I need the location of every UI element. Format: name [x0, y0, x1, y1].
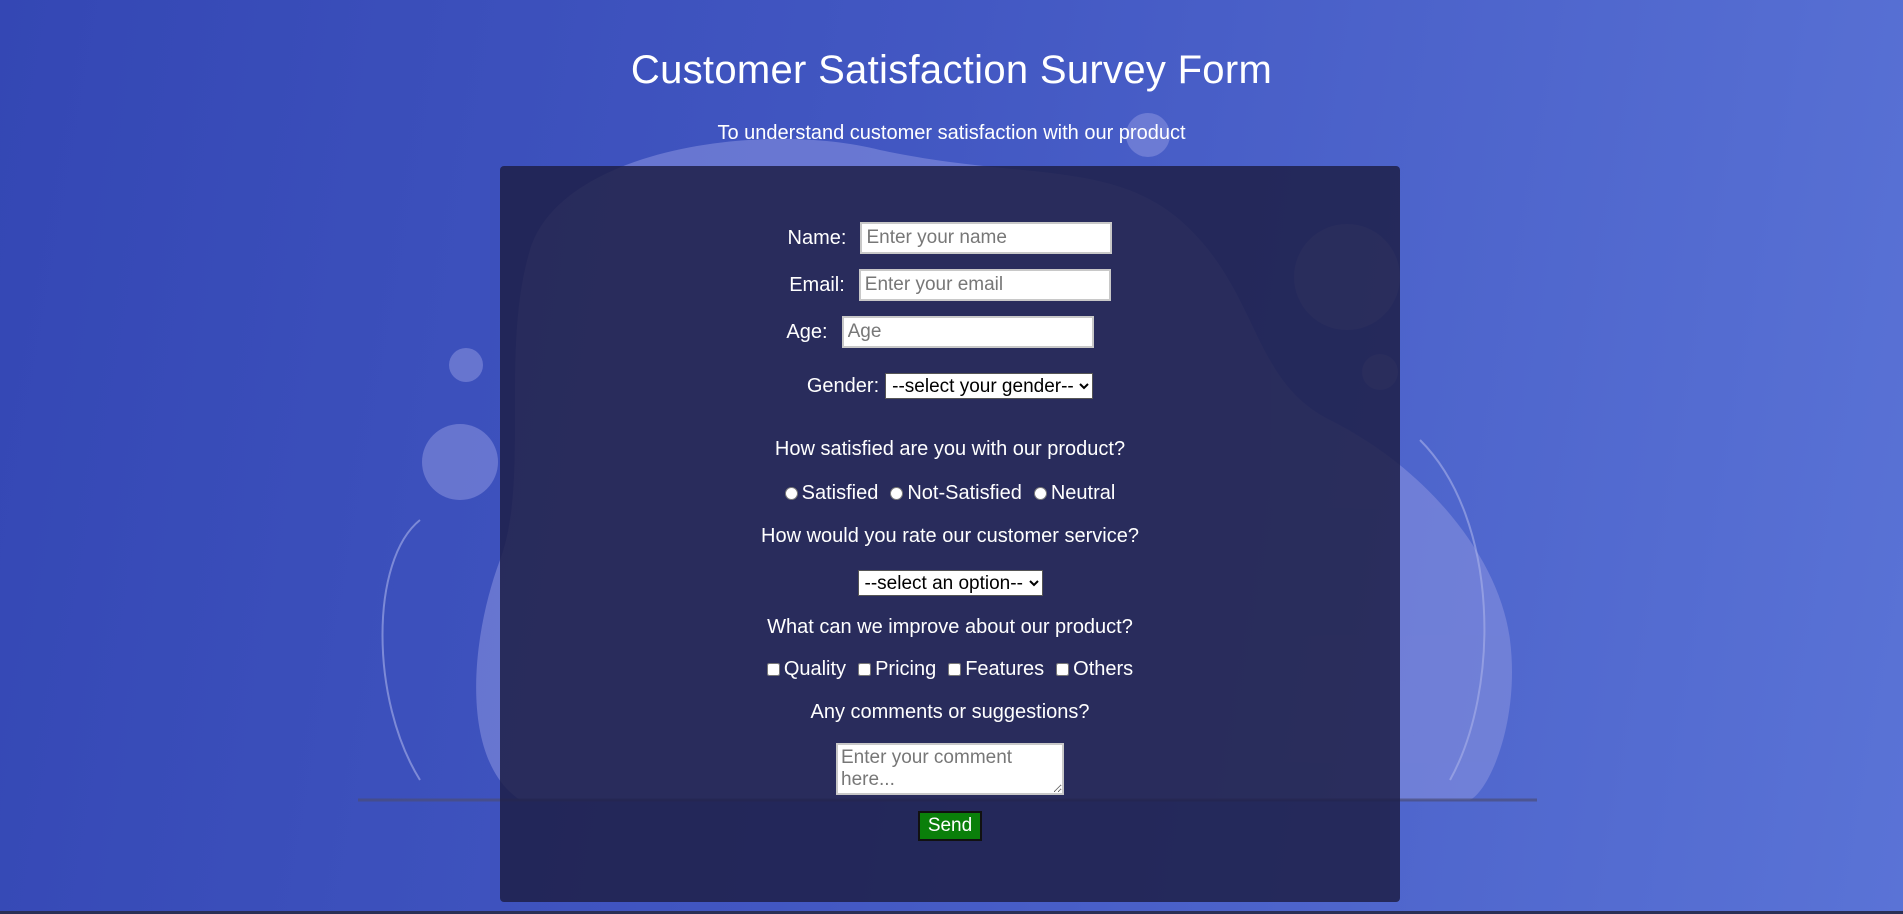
send-row: Send — [500, 811, 1400, 841]
email-input[interactable] — [858, 269, 1111, 301]
comments-question: Any comments or suggestions? — [810, 701, 1090, 723]
name-label: Name: — [787, 226, 847, 249]
pricing-label: Pricing — [875, 658, 937, 680]
gender-row: Gender: --select your gender-- — [500, 373, 1400, 399]
features-checkbox[interactable] — [948, 663, 962, 676]
neutral-label: Neutral — [1050, 482, 1116, 504]
gender-select[interactable]: --select your gender-- — [885, 373, 1094, 399]
others-checkbox[interactable] — [1056, 663, 1070, 676]
service-question: How would you rate our customer service? — [761, 525, 1139, 547]
pricing-checkbox[interactable] — [858, 663, 872, 676]
features-label: Features — [965, 658, 1045, 680]
email-label: Email: — [789, 273, 845, 296]
not-satisfied-radio[interactable] — [890, 487, 904, 500]
satisfaction-question: How satisfied are you with our product? — [774, 438, 1126, 460]
page-title: Customer Satisfaction Survey Form — [630, 48, 1273, 92]
quality-label: Quality — [783, 658, 847, 680]
not-satisfied-label: Not-Satisfied — [907, 482, 1022, 504]
improve-options: Quality Pricing Features Others — [500, 658, 1400, 681]
bubble-circle — [422, 424, 498, 500]
neutral-radio[interactable] — [1033, 487, 1047, 500]
age-row: Age: — [480, 316, 1400, 348]
comment-textarea[interactable] — [836, 743, 1064, 795]
service-rating-select[interactable]: --select an option-- — [857, 570, 1043, 596]
send-button[interactable]: Send — [917, 811, 983, 841]
name-input[interactable] — [860, 222, 1113, 254]
quality-checkbox[interactable] — [766, 663, 780, 676]
satisfied-label: Satisfied — [801, 482, 879, 504]
comments-row — [500, 743, 1400, 795]
satisfaction-options: Satisfied Not-Satisfied Neutral — [500, 482, 1400, 505]
page-subtitle: To understand customer satisfaction with… — [717, 122, 1186, 144]
age-input[interactable] — [841, 316, 1094, 348]
improve-question: What can we improve about our product? — [767, 616, 1133, 638]
others-label: Others — [1073, 658, 1134, 680]
gender-label: Gender: — [806, 374, 880, 397]
survey-form: Name: Email: Age: Gender: --select your … — [500, 166, 1400, 902]
name-row: Name: — [500, 222, 1400, 254]
service-row: --select an option-- — [500, 570, 1400, 596]
bubble-circle — [449, 348, 483, 382]
age-label: Age: — [786, 320, 828, 343]
satisfied-radio[interactable] — [784, 487, 798, 500]
email-row: Email: — [500, 269, 1400, 301]
